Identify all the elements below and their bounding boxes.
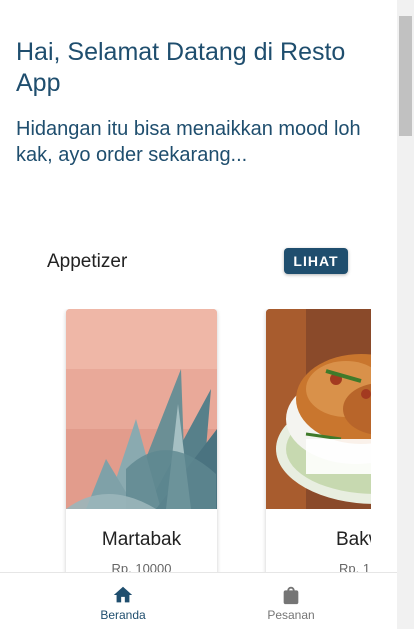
bottom-navigation: Beranda Pesanan — [0, 572, 397, 629]
nav-label: Pesanan — [267, 608, 315, 622]
agave-plant-image — [66, 309, 217, 509]
welcome-title: Hai, Selamat Datang di Resto App — [16, 38, 346, 97]
menu-card[interactable]: Bakwan Rp. 1 — [266, 309, 371, 572]
welcome-subtitle: Hidangan itu bisa menaikkan mood loh kak… — [16, 118, 361, 166]
menu-item-price: Rp. 1 — [339, 561, 371, 572]
shopping-bag-icon — [283, 586, 299, 605]
menu-card[interactable]: Martabak Rp. 10000 — [66, 309, 217, 572]
nav-label: Beranda — [100, 608, 146, 622]
fried-fritter-image — [266, 309, 371, 509]
menu-item-price: Rp. 10000 — [111, 561, 172, 572]
home-icon — [113, 586, 133, 603]
menu-item-name: Martabak — [101, 529, 182, 550]
menu-item-name: Bakwan — [336, 529, 371, 550]
scrollbar-thumb[interactable] — [399, 16, 412, 136]
nav-item-beranda[interactable]: Beranda — [63, 573, 183, 629]
menu-carousel[interactable]: Martabak Rp. 10000 Bakwan Rp. 1 — [0, 309, 371, 572]
nav-item-pesanan[interactable]: Pesanan — [231, 573, 351, 629]
section-title: Appetizer — [47, 251, 128, 272]
vertical-scrollbar[interactable] — [397, 0, 414, 629]
app-viewport: Hai, Selamat Datang di Resto App Hidanga… — [0, 0, 397, 629]
lihat-button[interactable]: LIHAT — [284, 248, 348, 274]
